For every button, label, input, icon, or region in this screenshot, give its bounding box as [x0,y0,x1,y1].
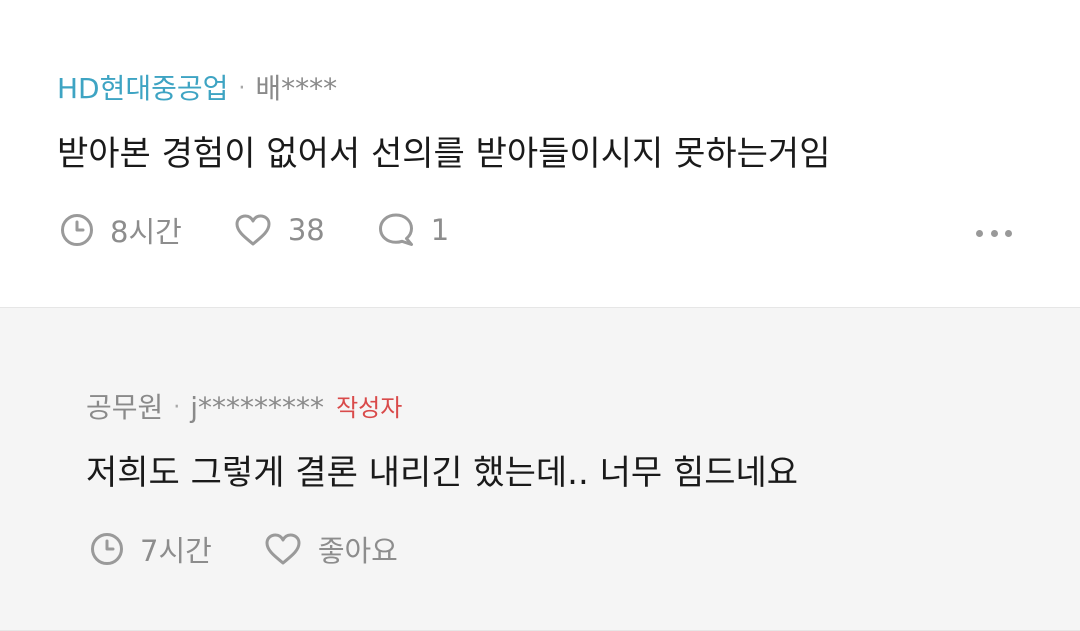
more-dots-icon [1005,229,1012,237]
comment-author-line: HD현대중공업 · 배**** [57,72,337,106]
like-button[interactable]: 38 [234,213,325,247]
comment-item: HD현대중공업 · 배**** 받아본 경험이 없어서 선의를 받아들이시지 못… [0,0,1080,307]
more-dots-icon [990,229,998,237]
reply-count: 1 [430,213,450,247]
author-badge: 작성자 [336,394,403,422]
reply-actions: 7시간 좋아요 [90,529,398,569]
meta-separator: · [173,395,181,420]
reply-author-line: 공무원 · j********* 작성자 [86,391,402,425]
like-count: 38 [287,213,325,247]
clock-icon [61,214,93,246]
reply-like-button[interactable]: 좋아요 [264,528,398,570]
meta-separator: · [238,76,246,101]
reply-button[interactable]: 1 [377,212,449,248]
timestamp: 8시간 [60,209,182,251]
reply-item: 공무원 · j********* 작성자 저희도 그렇게 결론 내리긴 했는데.… [0,308,1080,631]
reply-like-label: 좋아요 [317,534,398,568]
clock-icon [91,533,123,565]
heart-icon [265,533,301,565]
timestamp-text: 8시간 [110,215,182,249]
comment-actions: 8시간 38 1 [60,210,449,250]
author-nickname: 배**** [255,72,338,105]
heart-icon [235,214,271,246]
reply-timestamp: 7시간 [90,528,212,570]
reply-timestamp-text: 7시간 [140,534,212,568]
author-company[interactable]: HD현대중공업 [57,72,228,106]
reply-author-nickname: j********* [190,391,325,424]
speech-bubble-icon [378,213,413,246]
comment-text: 받아본 경험이 없어서 선의를 받아들이시지 못하는거임 [57,134,831,174]
reply-author-company[interactable]: 공무원 [86,391,163,425]
more-dots-icon [976,229,983,237]
reply-text: 저희도 그렇게 결론 내리긴 했는데.. 너무 힘드네요 [86,453,799,493]
more-options-button[interactable] [976,223,1012,243]
